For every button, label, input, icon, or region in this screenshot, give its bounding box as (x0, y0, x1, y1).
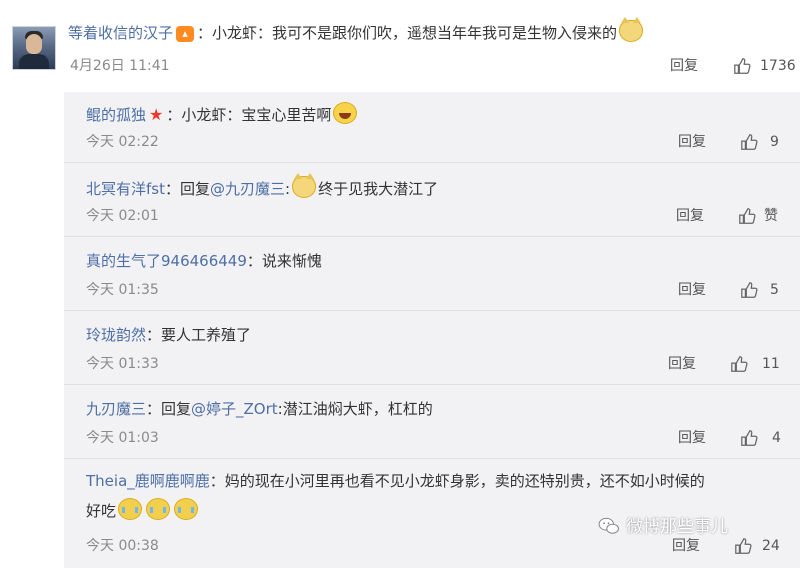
thumb-up-icon[interactable] (740, 429, 758, 447)
mention-link[interactable]: @九刃魔三 (210, 180, 285, 198)
reply-line: 鲲的孤独 ★ ：小龙虾：宝宝心里苦啊 (86, 102, 359, 126)
mention-link[interactable]: @婷子_ZOrt (191, 400, 278, 418)
reply-line: 真的生气了946466449：说来惭愧 (86, 250, 322, 272)
cry-emoji-icon (118, 498, 143, 520)
username-link[interactable]: 玲珑韵然 (86, 326, 146, 344)
thumb-up-icon[interactable] (734, 537, 752, 555)
reply-button[interactable]: 回复 (678, 132, 706, 152)
watermark-text: 微博那些事儿 (626, 517, 728, 537)
username-link[interactable]: 九刃魔三 (86, 400, 146, 418)
divider (64, 384, 800, 385)
divider (64, 458, 800, 459)
reply-list: 鲲的孤独 ★ ：小龙虾：宝宝心里苦啊 今天 02:22 回复 9 北冥有洋fst：回… (64, 92, 800, 568)
reply-text: ：妈的现在小河里再也看不见小龙虾身影，卖的还特别贵，还不如小时候的 (209, 472, 705, 490)
reply-text: ：小龙虾：宝宝心里苦啊 (166, 106, 332, 124)
reply-line-2: 好吃 (86, 498, 200, 522)
cat-emoji-icon (619, 17, 644, 42)
cry-emoji-icon (146, 498, 171, 520)
reply-button[interactable]: 回复 (670, 56, 698, 76)
thumb-up-icon[interactable] (738, 207, 756, 225)
thumb-up-icon[interactable] (730, 355, 748, 373)
red-star-icon: ★ (149, 105, 164, 124)
cry-emoji-icon (174, 498, 199, 520)
username-link[interactable]: Theia_鹿啊鹿啊鹿 (86, 472, 210, 490)
reply-time: 今天 00:38 (86, 538, 159, 554)
reply-text: :潜江油焖大虾，杠杠的 (277, 400, 433, 418)
like-count: 24 (762, 538, 780, 554)
thumb-up-icon[interactable] (733, 57, 751, 75)
divider (64, 162, 800, 163)
username-link[interactable]: 真的生气了946466449 (86, 252, 247, 270)
reply-time: 今天 02:22 (86, 134, 159, 150)
reply-time: 今天 01:35 (86, 282, 159, 298)
reply-text: ：说来惭愧 (246, 252, 322, 270)
reply-button[interactable]: 回复 (678, 428, 706, 448)
thumb-up-icon[interactable] (740, 281, 758, 299)
like-count: 4 (772, 430, 781, 446)
main-comment: 等着收信的汉子 ▴ ：小龙虾：我可不是跟你们吹，遥想当年年我可是生物入侵来的 4月2… (0, 0, 800, 92)
comment-line: 等着收信的汉子 ▴ ：小龙虾：我可不是跟你们吹，遥想当年年我可是生物入侵来的 (68, 17, 645, 44)
like-count: 11 (762, 356, 780, 372)
reply-line: 九刃魔三：回复@婷子_ZOrt:潜江油焖大虾，杠杠的 (86, 398, 433, 420)
reply-text-after: 终于见我大潜江了 (318, 180, 439, 198)
reply-time: 今天 01:03 (86, 430, 159, 446)
reply-time: 今天 01:33 (86, 356, 159, 372)
reply-text: ：要人工养殖了 (146, 326, 252, 344)
divider (64, 310, 800, 311)
watermark: 微博那些事儿 (598, 512, 728, 537)
reply-button[interactable]: 回复 (672, 536, 700, 556)
reply-button[interactable]: 回复 (678, 280, 706, 300)
reply-text: : (285, 180, 291, 198)
username-link[interactable]: 等着收信的汉子 (68, 24, 173, 42)
like-count: 赞 (764, 208, 778, 224)
reply-prefix: ：回复 (146, 400, 192, 418)
avatar[interactable] (12, 26, 56, 70)
laugh-emoji-icon (333, 102, 358, 124)
cat-emoji-icon (292, 173, 317, 198)
thumb-up-icon[interactable] (740, 133, 758, 151)
reply-button[interactable]: 回复 (668, 354, 696, 374)
reply-prefix: ：回复 (164, 180, 210, 198)
like-count: 9 (770, 134, 779, 150)
comment-text: ：小龙虾：我可不是跟你们吹，遥想当年年我可是生物入侵来的 (197, 24, 618, 42)
reply-line: 北冥有洋fst：回复@九刃魔三: 终于见我大潜江了 (86, 173, 439, 200)
username-link[interactable]: 鲲的孤独 (86, 106, 146, 124)
reply-line: Theia_鹿啊鹿啊鹿：妈的现在小河里再也看不见小龙虾身影，卖的还特别贵，还不如… (86, 470, 705, 492)
reply-time: 今天 02:01 (86, 208, 159, 224)
wechat-icon (598, 517, 619, 534)
vip-badge-icon: ▴ (176, 26, 195, 42)
divider (64, 236, 800, 237)
reply-button[interactable]: 回复 (676, 206, 704, 226)
reply-line: 玲珑韵然：要人工养殖了 (86, 324, 251, 346)
like-count: 5 (770, 282, 779, 298)
like-count: 1736 (760, 58, 796, 74)
comment-time: 4月26日 11:41 (70, 58, 170, 74)
username-link[interactable]: 北冥有洋fst (86, 180, 165, 198)
reply-text-line2: 好吃 (86, 502, 117, 520)
